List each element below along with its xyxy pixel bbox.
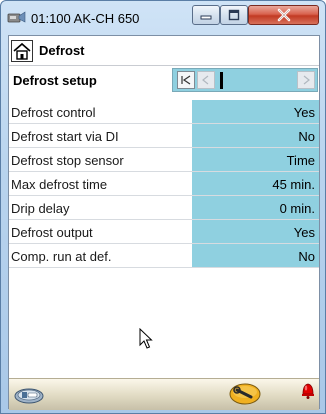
- first-page-button[interactable]: [177, 71, 195, 89]
- maximize-button[interactable]: [220, 5, 248, 25]
- param-row-defrost-start-via-di[interactable]: Defrost start via DI No: [9, 124, 319, 148]
- page-title: Defrost: [39, 43, 85, 58]
- page-header: Defrost: [9, 36, 319, 66]
- param-label: Defrost start via DI: [11, 129, 119, 144]
- row-divider: [9, 267, 319, 268]
- next-page-button[interactable]: [297, 71, 315, 89]
- setup-row: Defrost setup: [9, 67, 319, 93]
- chevron-right-icon: [303, 75, 310, 85]
- alarm-bell-icon[interactable]: [300, 381, 316, 399]
- login-icon[interactable]: [13, 385, 45, 405]
- param-value[interactable]: Yes: [192, 100, 319, 123]
- position-indicator: [220, 72, 223, 89]
- param-row-defrost-output[interactable]: Defrost output Yes: [9, 220, 319, 244]
- empty-area: [9, 291, 319, 379]
- param-row-max-defrost-time[interactable]: Max defrost time 45 min.: [9, 172, 319, 196]
- param-label: Comp. run at def.: [11, 249, 112, 264]
- minimize-button[interactable]: [192, 5, 220, 25]
- mouse-cursor-icon: [139, 328, 153, 349]
- window-title: 01:100 AK-CH 650: [31, 11, 140, 26]
- param-value[interactable]: Yes: [192, 220, 319, 243]
- close-icon: [277, 8, 290, 22]
- close-button[interactable]: [248, 5, 319, 25]
- wrench-icon[interactable]: [229, 382, 261, 406]
- param-label: Defrost stop sensor: [11, 153, 124, 168]
- first-page-icon: [181, 75, 191, 85]
- maximize-icon: [228, 9, 240, 21]
- param-label: Defrost output: [11, 225, 93, 240]
- house-glyph: [13, 42, 31, 60]
- param-label: Max defrost time: [11, 177, 108, 192]
- chevron-left-icon: [202, 75, 209, 85]
- title-bar[interactable]: 01:100 AK-CH 650: [1, 1, 325, 35]
- param-label: Drip delay: [11, 201, 70, 216]
- section-title: Defrost setup: [13, 73, 97, 88]
- param-row-defrost-stop-sensor[interactable]: Defrost stop sensor Time: [9, 148, 319, 172]
- app-icon: [7, 11, 26, 23]
- param-row-comp-run-at-def[interactable]: Comp. run at def. No: [9, 244, 319, 268]
- param-row-defrost-control[interactable]: Defrost control Yes: [9, 100, 319, 124]
- param-value[interactable]: 45 min.: [192, 172, 319, 195]
- app-window: 01:100 AK-CH 650 Defrost Defrost setup D…: [0, 0, 326, 414]
- previous-page-button[interactable]: [197, 71, 215, 89]
- param-value[interactable]: No: [192, 244, 319, 267]
- param-value[interactable]: Time: [192, 148, 319, 171]
- client-area: Defrost Defrost setup Defrost control Ye…: [8, 35, 320, 410]
- param-row-drip-delay[interactable]: Drip delay 0 min.: [9, 196, 319, 220]
- status-footer: [9, 378, 319, 410]
- minimize-icon: [200, 15, 212, 20]
- param-value[interactable]: No: [192, 124, 319, 147]
- param-label: Defrost control: [11, 105, 96, 120]
- param-value[interactable]: 0 min.: [192, 196, 319, 219]
- home-icon[interactable]: [11, 40, 33, 62]
- page-navigator: [172, 68, 318, 92]
